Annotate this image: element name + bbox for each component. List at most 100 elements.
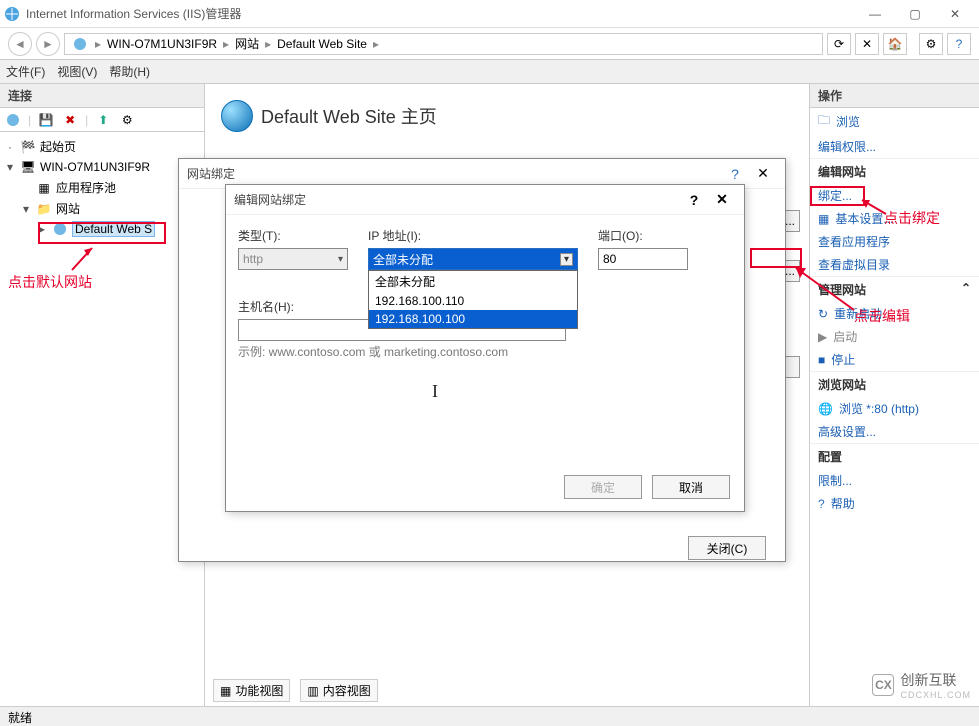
expander-icon[interactable]: ▾	[4, 160, 16, 174]
edit-binding-dialog: 编辑网站绑定 ? ✕ 类型(T): http▾ IP 地址(I): 全部未分配▾…	[225, 184, 745, 512]
action-limits[interactable]: 限制...	[810, 469, 979, 492]
help-button[interactable]: ?	[947, 33, 971, 55]
status-text: 就绪	[8, 711, 32, 725]
cancel-button[interactable]: 取消	[652, 475, 730, 499]
up-icon[interactable]: ⬆	[94, 111, 112, 129]
type-select: http▾	[238, 248, 348, 270]
text-cursor-icon: I	[432, 381, 438, 402]
chevron-up-icon[interactable]: ⌃	[961, 281, 971, 298]
action-browse-80[interactable]: 🌐浏览 *:80 (http)	[810, 397, 979, 420]
ip-label: IP 地址(I):	[368, 227, 578, 244]
tree-sites[interactable]: ▾ 📁 网站	[20, 198, 200, 219]
status-bar: 就绪	[0, 706, 979, 726]
view-tabs: ▦功能视图 ▥内容视图	[213, 679, 378, 702]
section-editsite: 编辑网站	[810, 158, 979, 184]
actions-header: 操作	[810, 84, 979, 108]
dialog1-close-button[interactable]: ✕	[749, 163, 777, 185]
doc-icon: ▦	[818, 212, 829, 226]
page-title: Default Web Site 主页	[261, 103, 437, 129]
close-button[interactable]: ✕	[935, 1, 975, 27]
port-input[interactable]	[598, 248, 688, 270]
tab-content-view[interactable]: ▥内容视图	[300, 679, 377, 702]
content-icon: ▥	[307, 684, 318, 698]
menu-help[interactable]: 帮助(H)	[109, 63, 150, 80]
action-start[interactable]: ▶启动	[810, 325, 979, 348]
hostname-hint: 示例: www.contoso.com 或 marketing.contoso.…	[238, 343, 732, 360]
expander-icon[interactable]: ▾	[20, 202, 32, 216]
action-edit-permissions[interactable]: 编辑权限...	[810, 135, 979, 158]
ip-dropdown-list: 全部未分配 192.168.100.110 192.168.100.100	[368, 270, 578, 329]
tree-default-website[interactable]: ▸ Default Web S	[36, 219, 200, 239]
type-label: 类型(T):	[238, 227, 348, 244]
action-help[interactable]: ?帮助	[810, 492, 979, 515]
breadcrumb-defaultsite[interactable]: Default Web Site	[277, 37, 367, 51]
tree-startpage[interactable]: · 🏁 起始页	[4, 136, 200, 157]
dialog1-help-button[interactable]: ?	[721, 163, 749, 185]
delete-icon[interactable]: ✖	[61, 111, 79, 129]
connections-tree: · 🏁 起始页 ▾ 🖥 WIN-O7M1UN3IF9R ▦ 应用程序池 ▾ 📁	[0, 132, 204, 243]
globe-icon: 🌐	[818, 402, 833, 416]
stop-icon: ■	[818, 353, 825, 367]
section-config: 配置	[810, 443, 979, 469]
settings-icon[interactable]: ⚙	[118, 111, 136, 129]
save-icon[interactable]: 💾	[37, 111, 55, 129]
stop-button[interactable]: ✕	[855, 33, 879, 55]
ip-option-unassigned[interactable]: 全部未分配	[369, 271, 577, 292]
restart-icon: ↻	[818, 307, 828, 321]
window-titlebar: Internet Information Services (IIS)管理器 —…	[0, 0, 979, 28]
tree-server[interactable]: ▾ 🖥 WIN-O7M1UN3IF9R	[4, 157, 200, 177]
apppool-icon: ▦	[36, 180, 52, 196]
chevron-down-icon: ▾	[338, 254, 343, 265]
connect-icon[interactable]	[4, 111, 22, 129]
tab-features-view[interactable]: ▦功能视图	[213, 679, 290, 702]
action-advanced-settings[interactable]: 高级设置...	[810, 420, 979, 443]
ip-option-110[interactable]: 192.168.100.110	[369, 292, 577, 310]
breadcrumb-server[interactable]: WIN-O7M1UN3IF9R	[107, 37, 217, 51]
server-icon: 🖥	[20, 159, 36, 175]
tree-apppools[interactable]: ▦ 应用程序池	[20, 177, 200, 198]
play-icon: ▶	[818, 330, 827, 344]
maximize-button[interactable]: ▢	[895, 1, 935, 27]
expander-icon[interactable]: ▸	[36, 222, 48, 236]
page-header: Default Web Site 主页	[213, 92, 801, 140]
watermark: CX 创新互联 CDCXHL.COM	[872, 670, 971, 700]
menu-file[interactable]: 文件(F)	[6, 63, 45, 80]
back-button[interactable]: ◄	[8, 32, 32, 56]
dialog2-help-button[interactable]: ?	[680, 189, 708, 211]
dialog2-close-button[interactable]: ✕	[708, 189, 736, 211]
features-icon: ▦	[220, 684, 231, 698]
action-view-vdirs[interactable]: 查看虚拟目录	[810, 253, 979, 276]
breadcrumb[interactable]: ▸ WIN-O7M1UN3IF9R ▸ 网站 ▸ Default Web Sit…	[64, 33, 823, 55]
port-label: 端口(O):	[598, 227, 688, 244]
section-browsesite: 浏览网站	[810, 371, 979, 397]
forward-button[interactable]: ►	[36, 32, 60, 56]
action-bindings[interactable]: 绑定...	[810, 184, 979, 207]
ok-button[interactable]: 确定	[564, 475, 642, 499]
menu-bar: 文件(F) 视图(V) 帮助(H)	[0, 60, 979, 84]
ip-address-select[interactable]: 全部未分配▾	[368, 248, 578, 270]
app-icon	[4, 6, 20, 22]
connections-header: 连接	[0, 84, 204, 108]
window-title: Internet Information Services (IIS)管理器	[26, 5, 855, 22]
action-stop[interactable]: ■停止	[810, 348, 979, 371]
action-basic-settings[interactable]: ▦基本设置...	[810, 207, 979, 230]
start-icon: 🏁	[20, 139, 36, 155]
close-bindings-button[interactable]: 关闭(C)	[688, 536, 766, 560]
help-icon: ?	[818, 497, 825, 511]
watermark-brand: 创新互联	[900, 670, 971, 690]
action-view-apps[interactable]: 查看应用程序	[810, 230, 979, 253]
menu-view[interactable]: 视图(V)	[57, 63, 97, 80]
settings-button[interactable]: ⚙	[919, 33, 943, 55]
actions-pane: 操作 🗀浏览 编辑权限... 编辑网站 绑定... ▦基本设置... 查看应用程…	[809, 84, 979, 706]
minimize-button[interactable]: —	[855, 1, 895, 27]
ip-option-100[interactable]: 192.168.100.100	[369, 310, 577, 328]
action-browse[interactable]: 🗀浏览	[810, 108, 979, 135]
globe-icon	[221, 100, 253, 132]
section-manage: 管理网站⌃	[810, 276, 979, 302]
home-button[interactable]: 🏠	[883, 33, 907, 55]
globe-icon	[52, 221, 68, 237]
action-restart[interactable]: ↻重新启动	[810, 302, 979, 325]
breadcrumb-sites[interactable]: 网站	[235, 35, 259, 52]
refresh-button[interactable]: ⟳	[827, 33, 851, 55]
chevron-down-icon: ▾	[560, 253, 573, 266]
